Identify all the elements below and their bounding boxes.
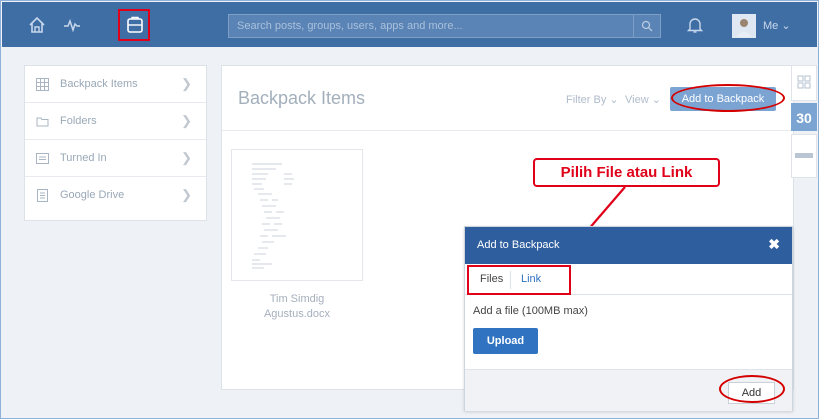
dialog-title: Add to Backpack [477,239,560,251]
highlight-backpack-icon [118,9,150,41]
sidebar-item-folders[interactable]: Folders ❯ [25,103,206,140]
file-name-line1: Tim Simdig [269,293,325,305]
user-menu[interactable]: Me ⌄ [763,19,791,32]
file-thumbnail[interactable] [231,149,363,281]
avatar[interactable] [732,14,756,38]
user-label: Me [763,20,779,32]
highlight-add-button [719,375,785,403]
view-label: View [625,94,649,106]
sidebar-item-label: Backpack Items [60,78,138,90]
sidebar-item-google-drive[interactable]: Google Drive ❯ [25,177,206,214]
search-placeholder: Search posts, groups, users, apps and mo… [237,20,463,32]
sidebar-item-label: Turned In [60,152,107,164]
close-icon[interactable]: ✖ [768,236,780,253]
sidebar-item-turned-in[interactable]: Turned In ❯ [25,140,206,177]
upload-button[interactable]: Upload [473,328,538,354]
tray-icon [36,152,49,165]
search-icon[interactable] [633,15,660,37]
folder-icon [36,115,49,128]
apps-grid-icon[interactable] [791,65,817,101]
sidebar-item-label: Folders [60,115,97,127]
upload-description: Add a file (100MB max) [473,305,588,317]
chevron-right-icon: ❯ [181,150,192,165]
home-icon[interactable] [24,12,50,38]
bell-icon[interactable] [682,12,708,38]
filter-label: Filter By [566,94,607,106]
highlight-files-link-tabs [467,265,571,295]
divider [222,130,793,131]
view-dropdown[interactable]: View ⌄ [625,93,661,106]
sidebar: Backpack Items ❯ Folders ❯ Turned In ❯ G… [24,65,207,221]
search-input[interactable]: Search posts, groups, users, apps and mo… [228,14,661,38]
activity-icon[interactable] [59,12,85,38]
chevron-right-icon: ❯ [181,76,192,91]
document-preview-icon [252,163,294,269]
calendar-number: 30 [796,110,812,126]
app-window: Search posts, groups, users, apps and mo… [0,0,819,419]
chevron-down-icon: ⌄ [651,94,661,106]
dialog-header: Add to Backpack ✖ [465,227,792,264]
page-title: Backpack Items [238,88,366,108]
sidebar-item-label: Google Drive [60,189,125,201]
chevron-right-icon: ❯ [181,187,192,202]
file-name[interactable]: Tim Simdig Agustus.docx [231,292,363,322]
small-app-icon[interactable] [791,134,817,178]
annotation-callout: Pilih File atau Link [533,158,720,187]
grid-icon [36,78,49,91]
drive-doc-icon [36,189,49,202]
sidebar-item-backpack-items[interactable]: Backpack Items ❯ [25,66,206,103]
filter-dropdown[interactable]: Filter By ⌄ [566,93,619,106]
chevron-right-icon: ❯ [181,113,192,128]
file-name-line2: Agustus.docx [263,308,331,320]
chevron-down-icon: ⌄ [781,20,791,32]
calendar-icon[interactable]: 30 [791,103,817,131]
highlight-add-to-backpack [671,84,785,112]
chevron-down-icon: ⌄ [609,94,619,106]
